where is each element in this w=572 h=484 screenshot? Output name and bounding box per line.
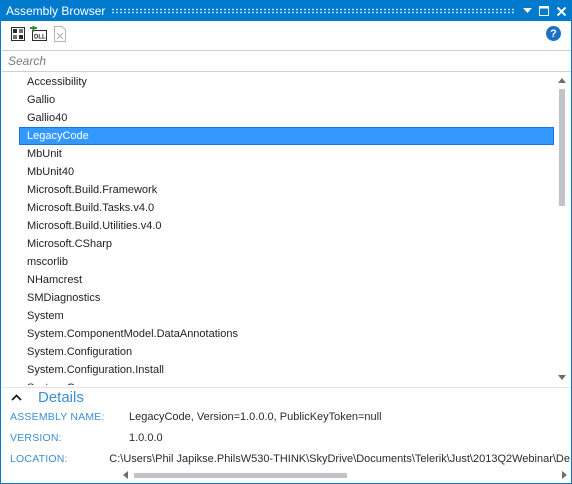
open-assembly-button[interactable] xyxy=(9,25,27,43)
detail-row-location: LOCATION: C:\Users\Phil Japikse.PhilsW53… xyxy=(10,451,570,467)
location-value: C:\Users\Phil Japikse.PhilsW530-THINK\Sk… xyxy=(109,453,570,465)
list-item[interactable]: System.ComponentModel.DataAnnotations xyxy=(19,325,554,343)
list-item[interactable]: Microsoft.Build.Tasks.v4.0 xyxy=(19,199,554,217)
list-item-selected[interactable]: LegacyCode xyxy=(19,127,554,145)
list-item[interactable]: Gallio40 xyxy=(19,109,554,127)
assembly-name-label: ASSEMBLY NAME: xyxy=(10,411,105,423)
list-item[interactable]: Gallio xyxy=(19,91,554,109)
close-icon xyxy=(556,6,566,16)
list-item[interactable]: MbUnit40 xyxy=(19,163,554,181)
maximize-button[interactable] xyxy=(537,4,551,18)
location-label: LOCATION: xyxy=(10,453,68,465)
add-dll-icon: DLL xyxy=(30,26,47,41)
open-assembly-icon xyxy=(11,27,25,41)
add-dll-label: DLL xyxy=(34,35,46,41)
scroll-up-icon[interactable] xyxy=(558,78,566,83)
vertical-scroll-thumb[interactable] xyxy=(559,89,565,206)
help-button[interactable]: ? xyxy=(546,26,561,41)
detail-row-version: VERSION: 1.0.0.0 xyxy=(10,430,163,446)
chevron-down-icon xyxy=(522,8,532,13)
list-item[interactable]: SMDiagnostics xyxy=(19,289,554,307)
list-item[interactable]: System.Configuration xyxy=(19,343,554,361)
maximize-icon xyxy=(539,6,549,16)
search-input[interactable] xyxy=(8,54,571,68)
assembly-browser-window: Assembly Browser DLL ? Search Accessibil… xyxy=(0,0,572,484)
list-item[interactable]: Microsoft.Build.Utilities.v4.0 xyxy=(19,217,554,235)
list-item[interactable]: NHamcrest xyxy=(19,271,554,289)
list-item[interactable]: System.Core xyxy=(19,379,554,385)
list-item[interactable]: System xyxy=(19,307,554,325)
vertical-scrollbar[interactable] xyxy=(554,73,571,385)
search-box[interactable] xyxy=(2,50,571,72)
version-value: 1.0.0.0 xyxy=(129,432,163,444)
list-item[interactable]: Microsoft.CSharp xyxy=(19,235,554,253)
add-dll-button[interactable]: DLL xyxy=(30,25,48,43)
title-bar[interactable]: Assembly Browser xyxy=(1,1,571,21)
assembly-name-value: LegacyCode, Version=1.0.0.0, PublicKeyTo… xyxy=(129,411,382,423)
details-header[interactable]: Details xyxy=(2,387,571,407)
assembly-list-area: Accessibility Gallio Gallio40 LegacyCode MbU… xyxy=(2,73,571,385)
horizontal-scroll-thumb[interactable] xyxy=(134,473,347,478)
scroll-down-icon[interactable] xyxy=(558,375,566,380)
list-item[interactable]: Accessibility xyxy=(19,73,554,91)
remove-assembly-button[interactable] xyxy=(51,25,69,43)
version-label: VERSION: xyxy=(10,432,62,444)
list-item[interactable]: mscorlib xyxy=(19,253,554,271)
list-item[interactable]: System.Configuration.Install xyxy=(19,361,554,379)
remove-assembly-icon xyxy=(54,26,66,42)
collapse-details-button[interactable] xyxy=(10,392,22,404)
close-button[interactable] xyxy=(554,4,568,18)
window-title: Assembly Browser xyxy=(6,4,106,18)
scroll-right-icon[interactable] xyxy=(562,471,567,479)
scroll-left-icon[interactable] xyxy=(123,471,128,479)
detail-row-assembly-name: ASSEMBLY NAME: LegacyCode, Version=1.0.0… xyxy=(10,409,382,425)
drag-grip[interactable] xyxy=(111,8,514,14)
details-title: Details xyxy=(38,389,84,406)
dropdown-button[interactable] xyxy=(520,4,534,18)
list-item[interactable]: Microsoft.Build.Framework xyxy=(19,181,554,199)
chevron-up-icon xyxy=(10,394,22,401)
assembly-list: Accessibility Gallio Gallio40 LegacyCode MbU… xyxy=(19,73,554,385)
horizontal-scrollbar[interactable] xyxy=(119,468,571,482)
list-item[interactable]: MbUnit xyxy=(19,145,554,163)
toolbar: DLL ? xyxy=(1,21,571,47)
